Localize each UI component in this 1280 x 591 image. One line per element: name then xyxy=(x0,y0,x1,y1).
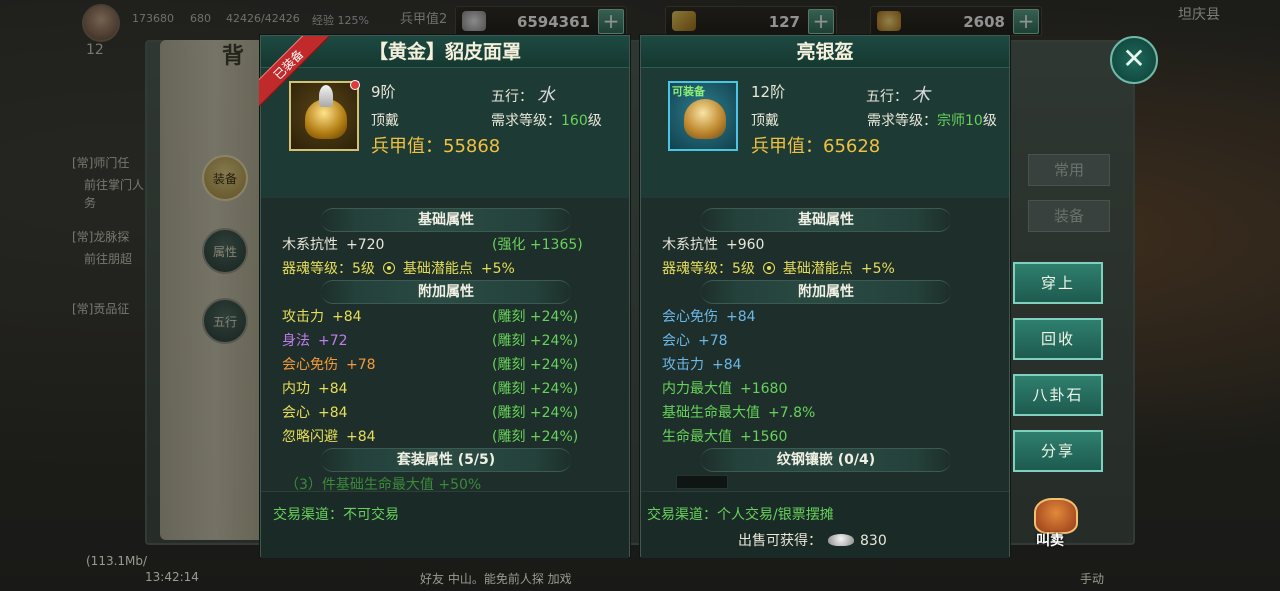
compare-item-card: 亮银盔 可装备 12阶 五行：木 顶戴 需求等级：宗师10级 兵甲值：65628… xyxy=(640,35,1010,558)
recycle-button[interactable]: 回收 xyxy=(1013,318,1103,360)
item-slot[interactable]: 可装备 xyxy=(668,81,738,151)
silver-ingot-icon xyxy=(828,534,854,546)
attribute-row: 会心 +78 xyxy=(662,333,728,349)
req-value: 宗师10 xyxy=(937,113,983,129)
chat-line[interactable]: 好友 中山。能免前人探 加戏 xyxy=(420,570,572,587)
item-slot-type: 顶戴 xyxy=(371,113,399,129)
basic-attributes-header: 基础属性 xyxy=(701,208,951,232)
basic-attributes-header: 基础属性 xyxy=(321,208,571,232)
attribute-row: 攻击力 +84 xyxy=(662,357,742,373)
item-tier: 9阶 xyxy=(371,83,396,101)
sell-bag-icon xyxy=(1034,498,1078,534)
armor-label: 兵甲值： xyxy=(371,136,443,157)
soul-level-row: 器魂等级：5级 基础潜能点 +5% xyxy=(282,261,515,277)
armor-value: 55868 xyxy=(443,136,501,157)
item-slot[interactable] xyxy=(289,80,360,151)
radio-dot-icon xyxy=(762,262,775,274)
set-attributes-header: 套装属性 (5/5) xyxy=(321,448,571,472)
element-glyph: 水 xyxy=(537,85,555,106)
req-unit: 级 xyxy=(587,113,602,129)
share-button[interactable]: 分享 xyxy=(1013,430,1103,472)
sell-price-row: 出售可获得： 830 xyxy=(738,530,887,550)
auto-toggle[interactable]: 手动 xyxy=(1080,570,1104,587)
attribute-row: 攻击力 +84 (雕刻 +24%) xyxy=(282,309,579,325)
equipped-item-card: 【黄金】貂皮面罩 已装备 9阶 五行：水 顶戴 需求等级：160级 兵甲值：55… xyxy=(259,35,630,558)
element-row: 五行：木 xyxy=(866,81,930,107)
sell-value: 830 xyxy=(860,533,887,549)
attribute-row: 身法 +72 (雕刻 +24%) xyxy=(282,333,579,349)
attribute-row: 会心免伤 +84 xyxy=(662,309,756,325)
trade-channel: 交易渠道：个人交易/银票摆摊 xyxy=(647,507,834,523)
req-label: 需求等级： xyxy=(867,113,937,129)
attribute-row: 会心 +84 (雕刻 +24%) xyxy=(282,405,579,421)
card-footer: 交易渠道：不可交易 xyxy=(261,491,629,558)
sell-label: 叫卖 xyxy=(1036,533,1064,549)
equip-button[interactable]: 穿上 xyxy=(1013,262,1103,304)
req-value: 160 xyxy=(561,113,588,129)
requirement-row: 需求等级：160级 xyxy=(491,110,602,130)
element-glyph: 木 xyxy=(912,85,930,106)
attribute-row: 生命最大值 +1560 xyxy=(662,429,788,445)
armor-label: 兵甲值： xyxy=(751,136,823,157)
feather-icon xyxy=(319,85,333,107)
element-row: 五行：水 xyxy=(491,81,555,107)
sell-label: 出售可获得： xyxy=(738,533,822,549)
req-unit: 级 xyxy=(982,113,997,129)
item-slot-type: 顶戴 xyxy=(751,113,779,129)
helmet-icon xyxy=(684,99,726,139)
attribute-row: 内功 +84 (雕刻 +24%) xyxy=(282,381,579,397)
armor-value-row: 兵甲值：55868 xyxy=(371,132,500,158)
armor-value: 65628 xyxy=(823,136,881,157)
attribute-row: 木系抗性 +720 (强化 +1365) xyxy=(282,237,583,253)
requirement-row: 需求等级：宗师10级 xyxy=(867,110,997,130)
card-footer: 交易渠道：个人交易/银票摆摊 出售可获得： 830 xyxy=(641,491,1009,558)
bottom-status-bar: (113.1Mb/ 13:42:14 好友 中山。能免前人探 加戏 手动 xyxy=(0,554,1280,591)
item-title: 亮银盔 xyxy=(641,36,1009,68)
attribute-row: 忽略闪避 +84 (雕刻 +24%) xyxy=(282,429,579,445)
attribute-row: 内力最大值 +1680 xyxy=(662,381,788,397)
soul-level-row: 器魂等级：5级 基础潜能点 +5% xyxy=(662,261,895,277)
bagua-stone-button[interactable]: 八卦石 xyxy=(1013,374,1103,416)
socket-slot xyxy=(676,475,728,489)
trade-channel: 交易渠道：不可交易 xyxy=(273,507,399,523)
element-label: 五行： xyxy=(491,89,533,105)
attribute-row: 会心免伤 +78 (雕刻 +24%) xyxy=(282,357,579,373)
radio-dot-icon xyxy=(382,262,395,274)
attribute-row: 基础生命最大值 +7.8% xyxy=(662,405,816,421)
item-tier: 12阶 xyxy=(751,83,786,101)
close-button[interactable]: ✕ xyxy=(1110,36,1158,84)
notification-dot xyxy=(350,80,360,90)
element-label: 五行： xyxy=(866,89,908,105)
close-icon: ✕ xyxy=(1122,42,1146,75)
socket-header: 纹钢镶嵌 (0/4) xyxy=(701,448,951,472)
req-label: 需求等级： xyxy=(491,113,561,129)
armor-value-row: 兵甲值：65628 xyxy=(751,132,880,158)
attribute-row: 木系抗性 +960 xyxy=(662,237,765,253)
clock: 13:42:14 xyxy=(145,570,199,584)
extra-attributes-header: 附加属性 xyxy=(321,280,571,304)
extra-attributes-header: 附加属性 xyxy=(701,280,951,304)
hawk-sell-button[interactable]: 叫卖 xyxy=(1030,498,1082,550)
network-speed: (113.1Mb/ xyxy=(86,554,148,568)
equippable-tag: 可装备 xyxy=(672,85,705,98)
